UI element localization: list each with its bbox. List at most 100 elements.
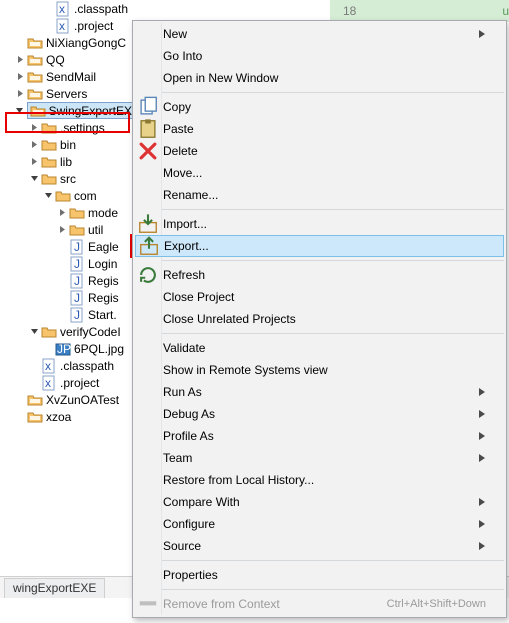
twistie-icon <box>28 360 40 372</box>
twistie-icon[interactable] <box>28 173 40 185</box>
menu-item-label: Delete <box>159 144 486 158</box>
twistie-icon[interactable] <box>28 326 40 338</box>
menu-item[interactable]: Debug As <box>133 403 506 425</box>
menu-item[interactable]: Show in Remote Systems view <box>133 359 506 381</box>
tree-item[interactable]: src <box>0 170 135 187</box>
twistie-icon <box>42 343 54 355</box>
menu-item[interactable]: Source <box>133 535 506 557</box>
tree-item[interactable]: Start. <box>0 306 135 323</box>
menu-item[interactable]: Refresh <box>133 264 506 286</box>
menu-icon-empty <box>137 403 159 425</box>
tree-item[interactable]: QQ <box>0 51 135 68</box>
tree-item-label: .project <box>74 19 113 33</box>
menu-item[interactable]: Close Project <box>133 286 506 308</box>
submenu-arrow-icon <box>478 495 486 509</box>
tree-item[interactable]: mode <box>0 204 135 221</box>
menu-icon-empty <box>137 308 159 330</box>
menu-item[interactable]: Copy <box>133 96 506 118</box>
menu-icon-empty <box>137 184 159 206</box>
editor-tab[interactable]: wingExportEXE <box>4 578 105 598</box>
tree-item[interactable]: verifyCodeI <box>0 323 135 340</box>
tree-item[interactable]: Login <box>0 255 135 272</box>
menu-separator <box>161 560 504 561</box>
menu-item-label: Move... <box>159 166 486 180</box>
menu-item[interactable]: Team <box>133 447 506 469</box>
menu-item[interactable]: Profile As <box>133 425 506 447</box>
tree-item-label: Login <box>88 257 117 271</box>
tree-item[interactable]: Eagle <box>0 238 135 255</box>
tree-item-label: SwingExportEX <box>49 104 132 118</box>
twistie-icon[interactable] <box>14 105 26 117</box>
tree-item[interactable]: util <box>0 221 135 238</box>
menu-icon-empty <box>137 425 159 447</box>
tree-item[interactable]: XvZunOATest <box>0 391 135 408</box>
menu-item[interactable]: Properties <box>133 564 506 586</box>
tree-item[interactable]: Regis <box>0 289 135 306</box>
tree-item-label: Regis <box>88 291 119 305</box>
tree-item[interactable]: .project <box>0 374 135 391</box>
menu-item[interactable]: Delete <box>133 140 506 162</box>
twistie-icon[interactable] <box>14 71 26 83</box>
jpg-icon <box>55 341 71 357</box>
tree-item[interactable]: .settings <box>0 119 135 136</box>
twistie-icon[interactable] <box>28 122 40 134</box>
twistie-icon <box>14 394 26 406</box>
twistie-icon[interactable] <box>42 190 54 202</box>
twistie-icon[interactable] <box>14 88 26 100</box>
tree-item[interactable]: xzoa <box>0 408 135 425</box>
menu-item[interactable]: Run As <box>133 381 506 403</box>
twistie-icon[interactable] <box>56 224 68 236</box>
tree-item[interactable]: Servers <box>0 85 135 102</box>
project-icon <box>27 35 43 51</box>
menu-icon-empty <box>137 564 159 586</box>
tree-item[interactable]: SendMail <box>0 68 135 85</box>
submenu-arrow-icon <box>478 407 486 421</box>
menu-item[interactable]: Open in New Window <box>133 67 506 89</box>
tree-item-label: bin <box>60 138 76 152</box>
menu-icon-empty <box>137 337 159 359</box>
menu-item[interactable]: Configure <box>133 513 506 535</box>
menu-item[interactable]: Close Unrelated Projects <box>133 308 506 330</box>
menu-item[interactable]: Import... <box>133 213 506 235</box>
tree-item[interactable]: SwingExportEX <box>0 102 135 119</box>
twistie-icon <box>56 292 68 304</box>
tree-item-label: .classpath <box>74 2 128 16</box>
menu-item-label: Rename... <box>159 188 486 202</box>
menu-item-label: Open in New Window <box>159 71 486 85</box>
tree-item[interactable]: lib <box>0 153 135 170</box>
menu-item[interactable]: Move... <box>133 162 506 184</box>
menu-item[interactable]: New <box>133 23 506 45</box>
tree-item[interactable]: NiXiangGongC <box>0 34 135 51</box>
menu-item-label: Show in Remote Systems view <box>159 363 486 377</box>
project-explorer-tree[interactable]: .classpath.projectNiXiangGongCQQSendMail… <box>0 0 135 576</box>
menu-icon-empty <box>137 162 159 184</box>
tree-item[interactable]: .project <box>0 17 135 34</box>
tree-item[interactable]: 6PQL.jpg <box>0 340 135 357</box>
menu-item[interactable]: Validate <box>133 337 506 359</box>
tree-item[interactable]: .classpath <box>0 0 135 17</box>
menu-item-label: Close Project <box>159 290 486 304</box>
twistie-icon[interactable] <box>56 207 68 219</box>
menu-item[interactable]: Paste <box>133 118 506 140</box>
menu-item-label: Properties <box>159 568 486 582</box>
menu-item-label: Export... <box>160 239 485 253</box>
tree-item[interactable]: bin <box>0 136 135 153</box>
tree-item[interactable]: com <box>0 187 135 204</box>
menu-item-label: Compare With <box>159 495 478 509</box>
menu-separator <box>161 209 504 210</box>
project-icon <box>27 52 43 68</box>
menu-item[interactable]: Go Into <box>133 45 506 67</box>
menu-item[interactable]: Compare With <box>133 491 506 513</box>
tree-item[interactable]: .classpath <box>0 357 135 374</box>
twistie-icon[interactable] <box>14 54 26 66</box>
menu-icon-empty <box>137 23 159 45</box>
menu-item[interactable]: Export... <box>135 235 504 257</box>
folder-icon <box>41 120 57 136</box>
twistie-icon[interactable] <box>28 156 40 168</box>
menu-item[interactable]: Restore from Local History... <box>133 469 506 491</box>
submenu-arrow-icon <box>478 27 486 41</box>
twistie-icon[interactable] <box>28 139 40 151</box>
tree-item[interactable]: Regis <box>0 272 135 289</box>
menu-item-label: Copy <box>159 100 486 114</box>
menu-item[interactable]: Rename... <box>133 184 506 206</box>
